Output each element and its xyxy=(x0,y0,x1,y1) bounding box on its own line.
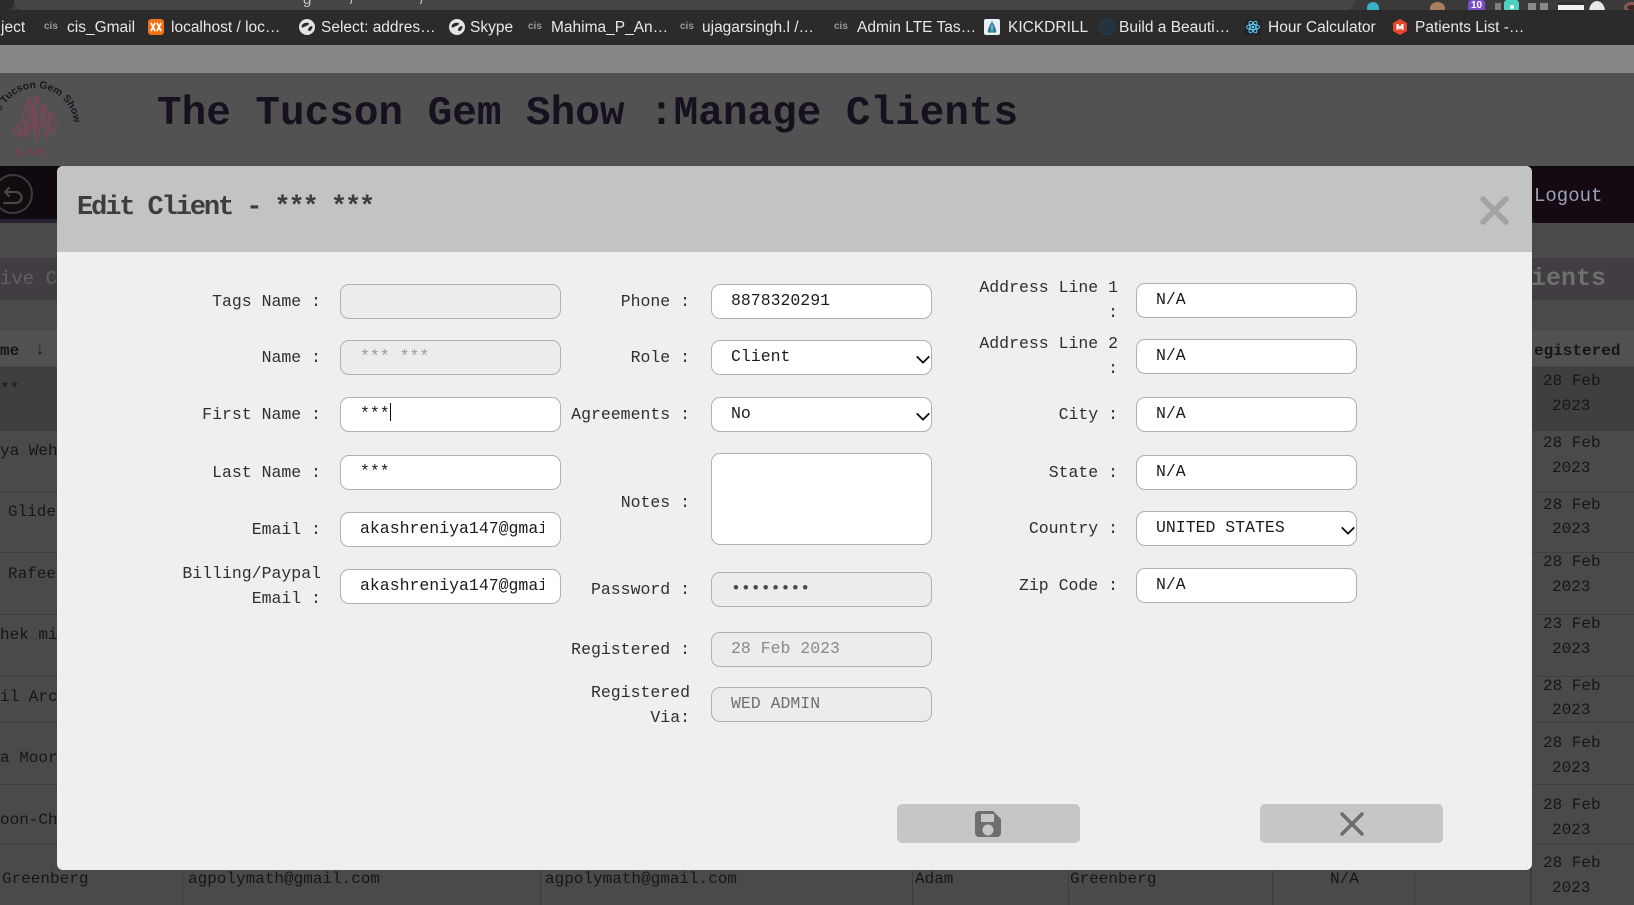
svg-text:LIVE: LIVE xyxy=(16,147,47,158)
